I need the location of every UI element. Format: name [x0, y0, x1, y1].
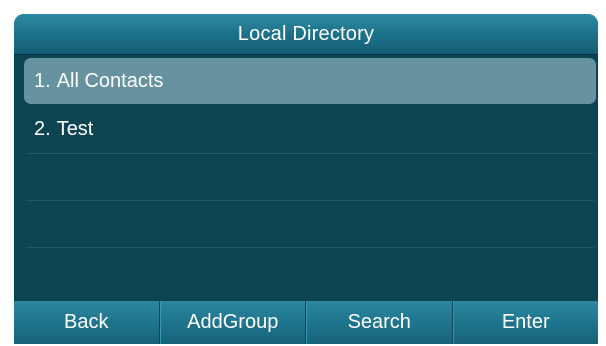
back-button[interactable]: Back [14, 301, 160, 344]
search-button[interactable]: Search [306, 301, 453, 344]
list-item-all-contacts[interactable]: 1. All Contacts [24, 58, 596, 104]
list-item-number: 2. [34, 117, 51, 140]
row-divider [26, 153, 594, 154]
row-divider [26, 247, 594, 248]
title-bar: Local Directory [14, 14, 598, 55]
page-title: Local Directory [237, 22, 375, 45]
softkey-bar: Back AddGroup Search Enter [14, 301, 598, 344]
list-item-number: 1. [34, 69, 51, 92]
list-item-test[interactable]: 2. Test [24, 106, 596, 152]
enter-button[interactable]: Enter [452, 301, 598, 344]
phone-screen: Local Directory 1. All Contacts 2. Test … [14, 14, 598, 344]
row-divider [26, 200, 594, 201]
list-item-label: Test [56, 117, 94, 140]
directory-list: 1. All Contacts 2. Test [14, 56, 598, 296]
phone-display-frame: Local Directory 1. All Contacts 2. Test … [0, 0, 606, 346]
add-group-button[interactable]: AddGroup [159, 301, 306, 344]
list-item-label: All Contacts [56, 69, 164, 92]
